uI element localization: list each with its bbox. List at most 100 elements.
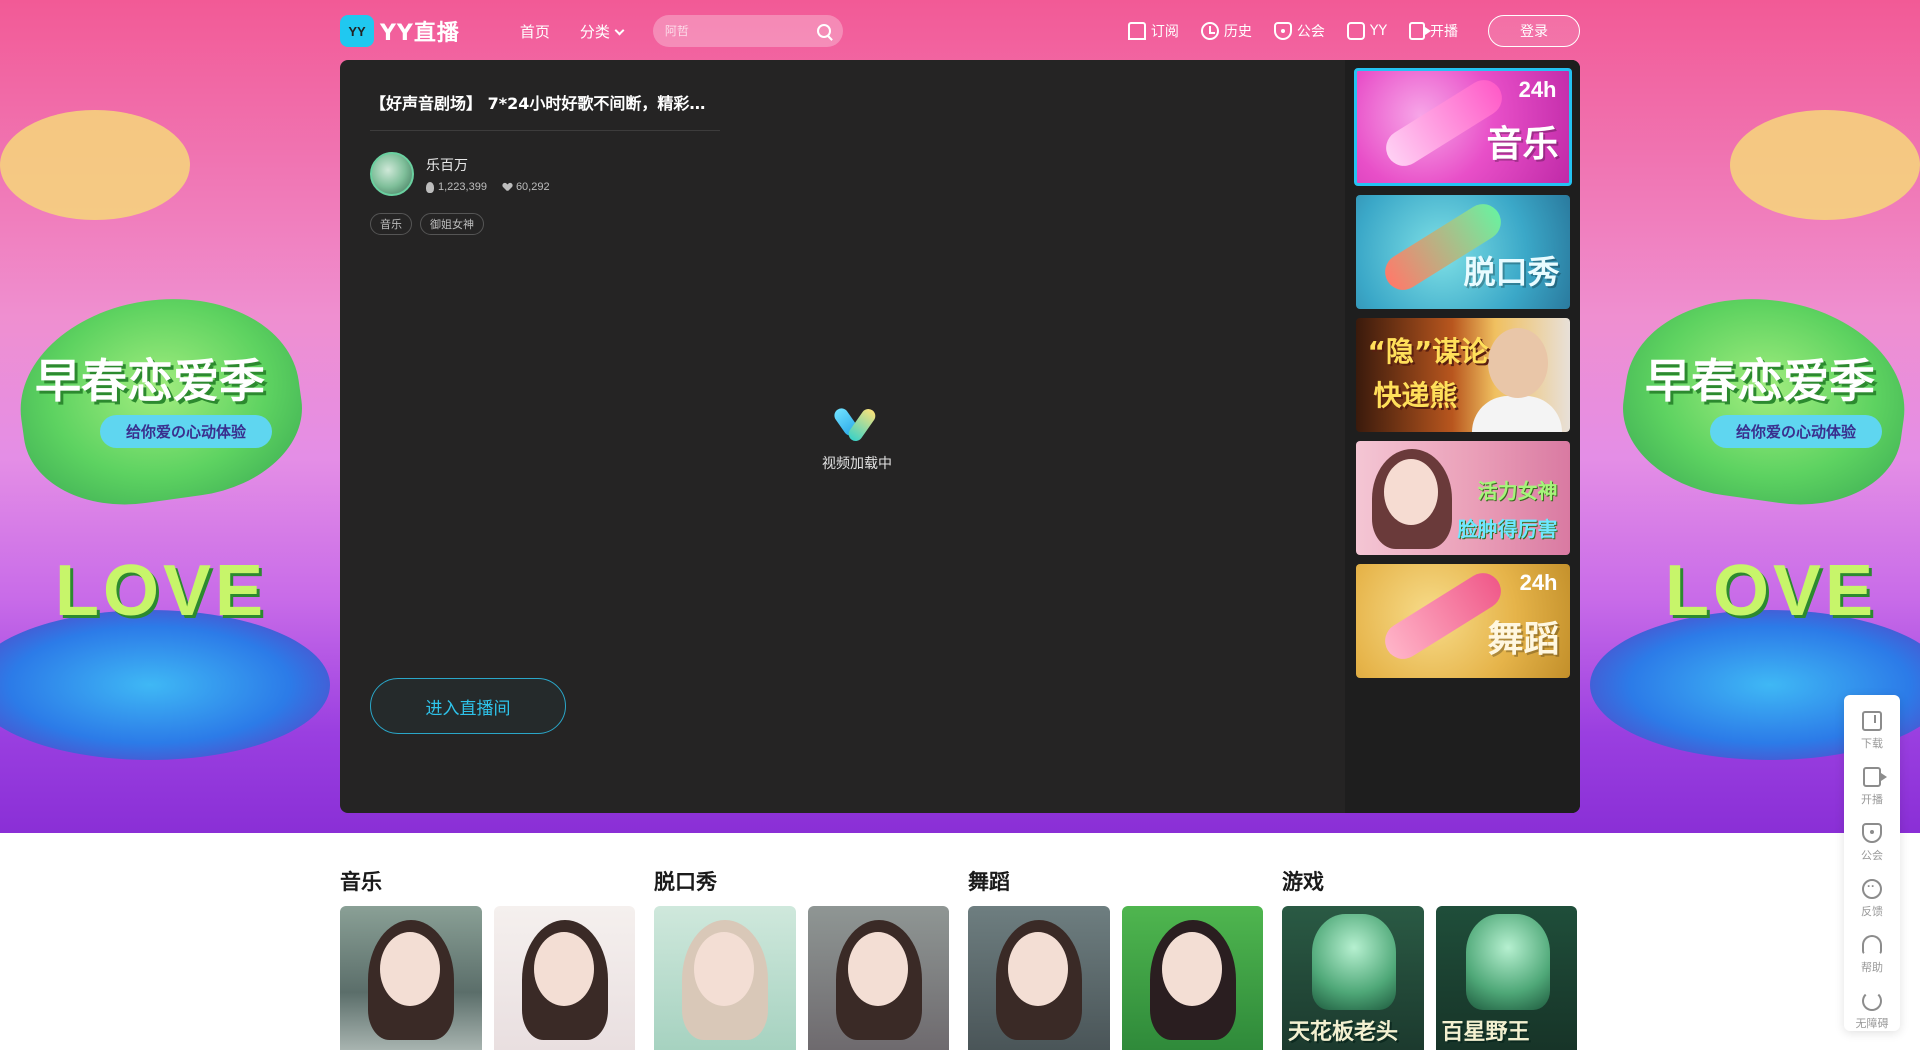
- thumb-person-body: [1471, 396, 1562, 432]
- thumb-person-face: [1487, 328, 1548, 398]
- likes-value: 60,292: [515, 181, 550, 193]
- tool-label: 开播: [1861, 793, 1883, 806]
- category-cards: [654, 906, 949, 1050]
- top-nav: YY YY直播 首页 分类 订阅 历史 公会 YY 开播 登录: [340, 14, 1580, 48]
- tool-label: 帮助: [1861, 961, 1883, 974]
- avatar[interactable]: [370, 152, 414, 196]
- thumb-line-2: 快递熊: [1373, 379, 1458, 412]
- stream-card[interactable]: [807, 906, 949, 1050]
- stream-card[interactable]: [654, 906, 796, 1050]
- nav-subscribe[interactable]: 订阅: [1127, 21, 1179, 41]
- stream-card[interactable]: [968, 906, 1110, 1050]
- category-sections: 音乐 脱口秀 舞蹈 游戏 天花板老头 百星野王: [340, 866, 1580, 1050]
- category-title[interactable]: 脱口秀: [654, 866, 949, 906]
- decor-cloud-left: [0, 110, 190, 220]
- stream-card[interactable]: [1121, 906, 1263, 1050]
- nav-guild[interactable]: 公会: [1273, 21, 1325, 41]
- thumb-label: 音乐: [1486, 124, 1559, 165]
- heat-value: 1,223,399: [438, 181, 487, 193]
- hero-ribbon-right: 给你爱の心动体验: [1710, 415, 1883, 448]
- side-thumb-dance[interactable]: 24h 舞蹈: [1355, 564, 1570, 678]
- side-thumb-talkshow[interactable]: 脱口秀: [1355, 195, 1570, 309]
- category-music: 音乐: [340, 866, 635, 1050]
- nav-history[interactable]: 历史: [1200, 21, 1252, 41]
- yy-icon: [1346, 22, 1365, 40]
- tool-accessibility[interactable]: 无障碍: [1844, 983, 1900, 1039]
- chevron-down-icon: [614, 25, 625, 35]
- nav-category-label: 分类: [579, 22, 610, 41]
- chat-icon: [1862, 879, 1882, 899]
- download-icon: [1862, 711, 1882, 731]
- side-thumb-music[interactable]: 24h 音乐: [1353, 68, 1572, 186]
- nav-yy[interactable]: YY: [1346, 22, 1387, 40]
- nav-yy-label: YY: [1369, 23, 1387, 39]
- card-game-text: 天花板老头: [1288, 1019, 1399, 1045]
- tool-feedback[interactable]: 反馈: [1844, 871, 1900, 927]
- tool-label: 下载: [1861, 737, 1883, 750]
- heat-stat: 1,223,399: [426, 181, 487, 193]
- hero-banner-text-left: 早春恋爱季: [35, 354, 265, 408]
- category-title[interactable]: 舞蹈: [968, 866, 1263, 906]
- enter-room-button[interactable]: 进入直播间: [370, 678, 566, 734]
- search-box: [652, 15, 843, 47]
- thumb-label: 舞蹈: [1487, 619, 1560, 660]
- fire-icon: [426, 181, 434, 193]
- nav-category-link[interactable]: 分类: [579, 21, 625, 42]
- nav-right-group: 订阅 历史 公会 YY 开播 登录: [1127, 15, 1580, 47]
- shield-icon: [1273, 22, 1292, 40]
- card-person-face: [1008, 932, 1068, 1006]
- category-cards: [340, 906, 635, 1050]
- thumb-line-2: 脸肿得厉害: [1457, 517, 1558, 541]
- title-divider: [370, 130, 720, 131]
- nav-history-label: 历史: [1223, 24, 1252, 40]
- tool-go-live[interactable]: 开播: [1844, 759, 1900, 815]
- search-input[interactable]: [664, 24, 817, 38]
- tool-guild[interactable]: 公会: [1844, 815, 1900, 871]
- stream-card[interactable]: 天花板老头: [1282, 906, 1424, 1050]
- player-main[interactable]: 【好声音剧场】 7*24小时好歌不间断，精彩不... 乐百万 1,223,399…: [340, 60, 1345, 813]
- category-dance: 舞蹈: [968, 866, 1263, 1050]
- logo-text: YY直播: [380, 21, 460, 46]
- category-games: 游戏 天花板老头 百星野王: [1282, 866, 1577, 1050]
- thumb-label: 脱口秀: [1463, 253, 1560, 291]
- thumb-badge: 24h: [1518, 77, 1557, 102]
- tag-goddess[interactable]: 御姐女神: [420, 213, 484, 235]
- hero-love-text-left: LOVE: [55, 551, 268, 631]
- headset-icon: [1862, 935, 1882, 955]
- floating-toolbar: 下载 开播 公会 反馈 帮助 无障碍: [1844, 695, 1900, 1031]
- tool-help[interactable]: 帮助: [1844, 927, 1900, 983]
- decor-cloud-right: [1730, 110, 1920, 220]
- thumb-badge: 24h: [1519, 570, 1558, 595]
- card-game-hero: [1312, 914, 1396, 1010]
- category-cards: [968, 906, 1263, 1050]
- nav-go-live-label: 开播: [1430, 24, 1458, 40]
- anchor-stats: 1,223,399 60,292: [426, 181, 550, 193]
- room-title: 【好声音剧场】 7*24小时好歌不间断，精彩不...: [370, 94, 720, 113]
- search-icon[interactable]: [816, 24, 831, 38]
- card-game-text: 百星野王: [1441, 1019, 1530, 1045]
- anchor-info: 乐百万 1,223,399 60,292: [370, 152, 550, 196]
- stream-card[interactable]: [493, 906, 635, 1050]
- tool-download[interactable]: 下载: [1844, 703, 1900, 759]
- hero-banner-text-right: 早春恋爱季: [1645, 354, 1875, 408]
- live-player: 【好声音剧场】 7*24小时好歌不间断，精彩不... 乐百万 1,223,399…: [340, 60, 1580, 813]
- nav-go-live[interactable]: 开播: [1409, 21, 1458, 41]
- category-title[interactable]: 游戏: [1282, 866, 1577, 906]
- card-person-face: [694, 932, 754, 1006]
- side-thumb-courier-bear[interactable]: “隐”谋论 快递熊: [1355, 318, 1570, 432]
- login-button[interactable]: 登录: [1488, 15, 1580, 47]
- side-thumb-goddess[interactable]: 活力女神 脸肿得厉害: [1355, 441, 1570, 555]
- thumb-line-1: “隐”谋论: [1367, 335, 1489, 368]
- card-person-face: [847, 932, 908, 1006]
- tag-music[interactable]: 音乐: [370, 213, 412, 235]
- logo[interactable]: YY YY直播: [340, 15, 460, 47]
- card-person-face: [380, 932, 440, 1006]
- bookmark-icon: [1127, 22, 1146, 40]
- category-title[interactable]: 音乐: [340, 866, 635, 906]
- stream-card[interactable]: [340, 906, 482, 1050]
- camera-icon: [1863, 767, 1887, 787]
- thumb-line-1: 活力女神: [1477, 479, 1558, 503]
- nav-home-link[interactable]: 首页: [520, 21, 550, 42]
- anchor-name[interactable]: 乐百万: [426, 155, 550, 175]
- stream-card[interactable]: 百星野王: [1435, 906, 1577, 1050]
